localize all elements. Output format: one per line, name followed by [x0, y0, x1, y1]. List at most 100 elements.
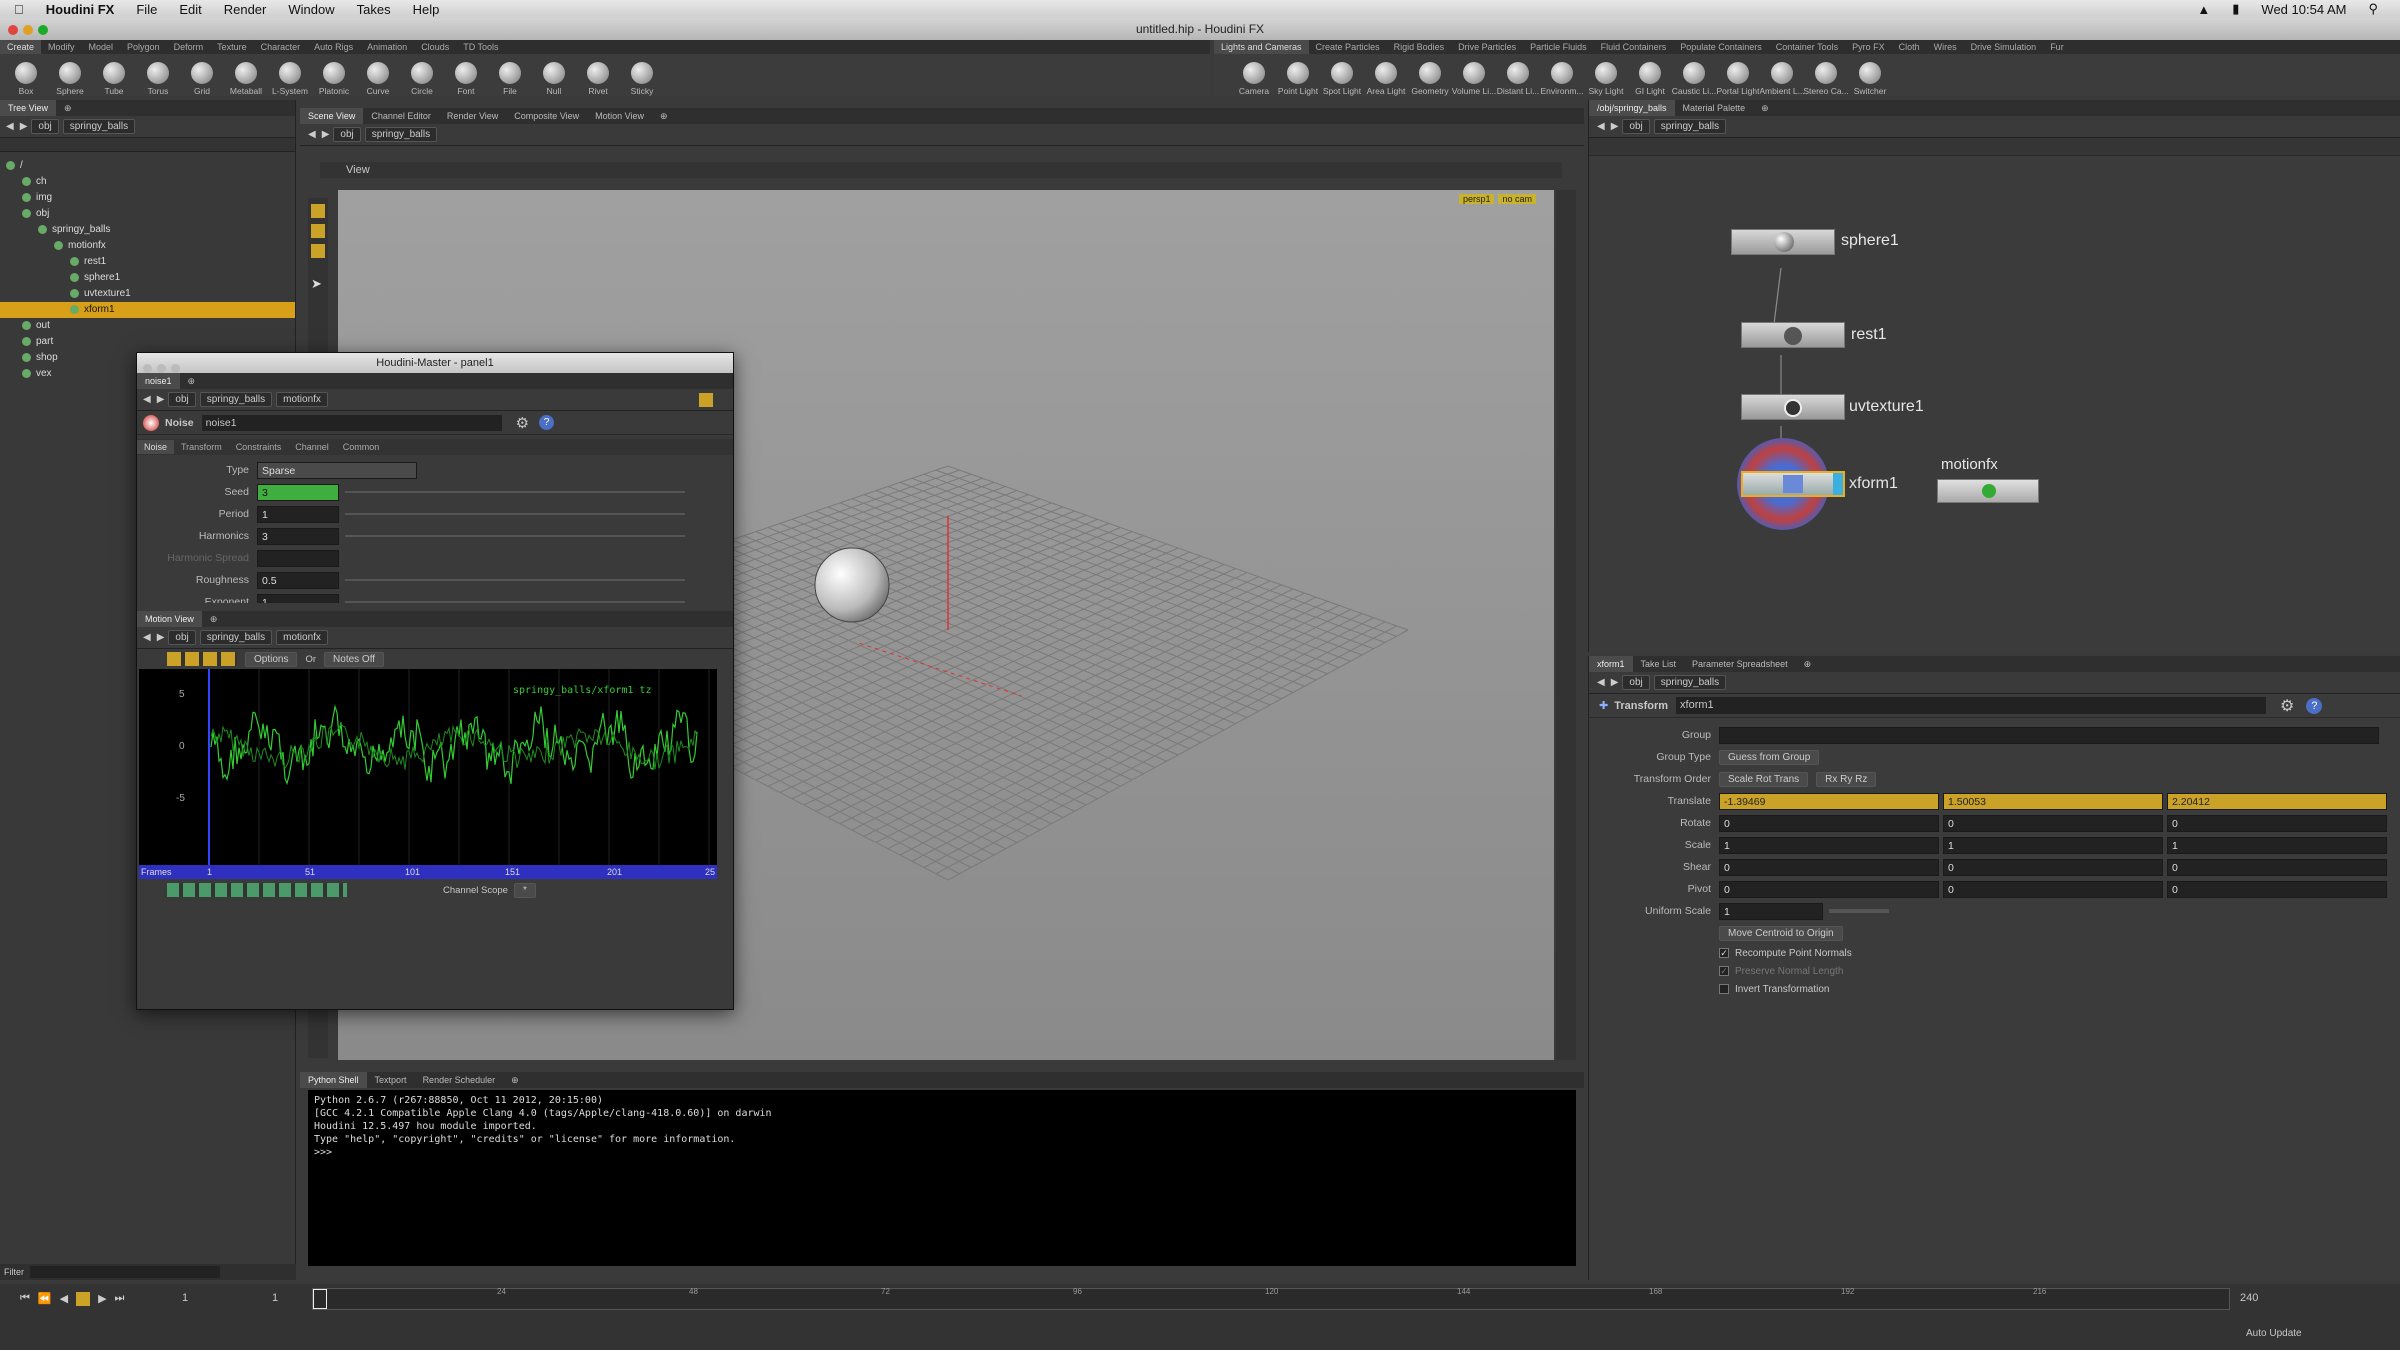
xform-value-field[interactable]: -1.39469 [1719, 792, 1939, 810]
crumb-obj[interactable]: obj [1622, 675, 1650, 690]
jump-start-icon[interactable]: ⏮ [20, 1292, 30, 1306]
gear-icon[interactable]: ⚙ [2280, 696, 2294, 716]
group-field[interactable] [1719, 726, 2379, 744]
crumb-springy[interactable]: springy_balls [1653, 119, 1727, 134]
node-motionfx[interactable] [1937, 479, 2039, 503]
shelf-tool[interactable]: Distant Li... [1496, 62, 1540, 96]
crumb-springy[interactable]: springy_balls [1653, 675, 1727, 690]
panel-tab[interactable]: Motion View [587, 108, 652, 124]
help-icon[interactable]: ? [539, 415, 555, 430]
xform-value-field[interactable]: 1 [2167, 836, 2387, 854]
shelf-tool[interactable]: Sky Light [1584, 62, 1628, 96]
node-xform1[interactable] [1741, 471, 1845, 497]
recompute-normals-checkbox[interactable]: ✓ [1719, 948, 1729, 958]
noise-param-value[interactable]: 1 [257, 593, 339, 603]
shelf-tab[interactable]: Create [0, 40, 42, 54]
shelf-tab[interactable]: Populate Containers [1673, 40, 1769, 54]
tree-item[interactable]: obj [0, 206, 295, 222]
noise-param-value[interactable]: Sparse [257, 461, 417, 479]
mode-menu[interactable]: Or [305, 654, 316, 665]
label-rest1[interactable]: rest1 [1851, 326, 1887, 344]
xform-value-field[interactable]: 1 [1719, 836, 1939, 854]
shelf-tab[interactable]: Polygon [120, 40, 167, 54]
menu-window[interactable]: Window [288, 2, 334, 17]
display-flag[interactable] [1833, 473, 1843, 495]
notes-menu[interactable]: Notes Off [324, 651, 385, 667]
shelf-tab[interactable]: Fluid Containers [1594, 40, 1674, 54]
tree-item[interactable]: / [0, 158, 295, 174]
apple-icon[interactable]:  [14, 2, 24, 17]
shelf-tab[interactable]: Character [254, 40, 308, 54]
tree-item[interactable]: xform1 [0, 302, 295, 318]
shelf-tool[interactable]: Box [4, 62, 48, 96]
crumb-springy[interactable]: springy_balls [62, 119, 136, 134]
crumb-obj[interactable]: obj [1622, 119, 1650, 134]
xform-value-field[interactable]: 0 [2167, 858, 2387, 876]
shelf-tab[interactable]: Create Particles [1309, 40, 1387, 54]
shelf-tab[interactable]: Texture [210, 40, 254, 54]
minimize-icon[interactable] [157, 363, 166, 373]
param-tab[interactable]: Constraints [229, 440, 289, 454]
xform-value-field[interactable]: 0 [1943, 814, 2163, 832]
shelf-tool[interactable]: Area Light [1364, 62, 1408, 96]
shelf-tab[interactable]: Container Tools [1769, 40, 1845, 54]
crumb-obj[interactable]: obj [168, 392, 196, 407]
gear-icon[interactable]: ⚙ [516, 414, 529, 432]
cam-badge[interactable]: no cam [1498, 194, 1536, 204]
close-icon[interactable] [143, 363, 152, 373]
shelf-tool[interactable]: Camera [1232, 62, 1276, 96]
param-tab[interactable]: Channel [288, 440, 336, 454]
uniform-field[interactable]: 1 [1719, 902, 1823, 920]
shelf-tool[interactable]: Grid [180, 62, 224, 96]
group-type-menu[interactable]: Guess from Group [1719, 749, 1820, 765]
menu-file[interactable]: File [136, 2, 157, 17]
zoom-icon[interactable] [38, 24, 48, 35]
tab-network-path[interactable]: /obj/springy_balls [1589, 100, 1675, 116]
forward-icon[interactable]: ▶ [157, 632, 165, 643]
battery-icon[interactable]: ▮ [2232, 1, 2239, 17]
order-srt-menu[interactable]: Scale Rot Trans [1719, 771, 1809, 787]
forward-icon[interactable]: ▶ [1611, 677, 1619, 688]
crumb-obj[interactable]: obj [31, 119, 59, 134]
shelf-tab[interactable]: Cloth [1892, 40, 1927, 54]
motion-tool-icons[interactable] [167, 652, 237, 666]
jump-end-icon[interactable]: ⏭ [115, 1292, 125, 1306]
pin-icon[interactable] [699, 392, 713, 407]
forward-icon[interactable]: ▶ [20, 121, 28, 132]
tree-item[interactable]: uvtexture1 [0, 286, 295, 302]
close-icon[interactable] [8, 24, 18, 35]
tree-item[interactable]: rest1 [0, 254, 295, 270]
tree-item[interactable]: motionfx [0, 238, 295, 254]
shelf-tool[interactable]: Sphere [48, 62, 92, 96]
stop-icon[interactable] [76, 1292, 91, 1306]
tab-xform1[interactable]: xform1 [1589, 656, 1633, 672]
xform-value-field[interactable]: 0 [2167, 814, 2387, 832]
noise-param-value[interactable]: 3 [257, 527, 339, 545]
shelf-tab[interactable]: Rigid Bodies [1387, 40, 1452, 54]
shelf-tool[interactable]: Rivet [576, 62, 620, 96]
tab-param-spreadsheet[interactable]: Parameter Spreadsheet [1684, 656, 1796, 672]
panel-tab[interactable]: Composite View [506, 108, 587, 124]
shelf-tool[interactable]: Stereo Ca... [1804, 62, 1848, 96]
shelf-tool[interactable]: File [488, 62, 532, 96]
tab-tree-view[interactable]: Tree View [0, 100, 57, 116]
app-menu[interactable]: Houdini FX [46, 2, 115, 17]
shelf-tool[interactable]: Volume Li... [1452, 62, 1496, 96]
xform-value-field[interactable]: 0 [1943, 858, 2163, 876]
shelf-tool[interactable]: Font [444, 62, 488, 96]
crumb-obj[interactable]: obj [333, 127, 361, 142]
back-icon[interactable]: ◀ [1597, 677, 1605, 688]
shelf-tool[interactable]: GI Light [1628, 62, 1672, 96]
motion-graph[interactable]: springy_balls/xform1 tz 5 0 -5 [139, 669, 717, 865]
channel-swatches[interactable] [167, 883, 347, 897]
shelf-tool[interactable]: Circle [400, 62, 444, 96]
back-icon[interactable]: ◀ [6, 121, 14, 132]
preserve-normal-checkbox[interactable]: ✓ [1719, 966, 1729, 976]
noise-param-value[interactable]: 3 [257, 483, 339, 501]
current-frame[interactable]: 1 [182, 1292, 188, 1304]
add-tab-icon[interactable]: ⊕ [503, 1072, 527, 1088]
noise-param-value[interactable]: 0.5 [257, 571, 339, 589]
label-uvtexture1[interactable]: uvtexture1 [1849, 398, 1924, 416]
noise-param-slider[interactable] [345, 601, 685, 603]
menu-render[interactable]: Render [224, 2, 267, 17]
